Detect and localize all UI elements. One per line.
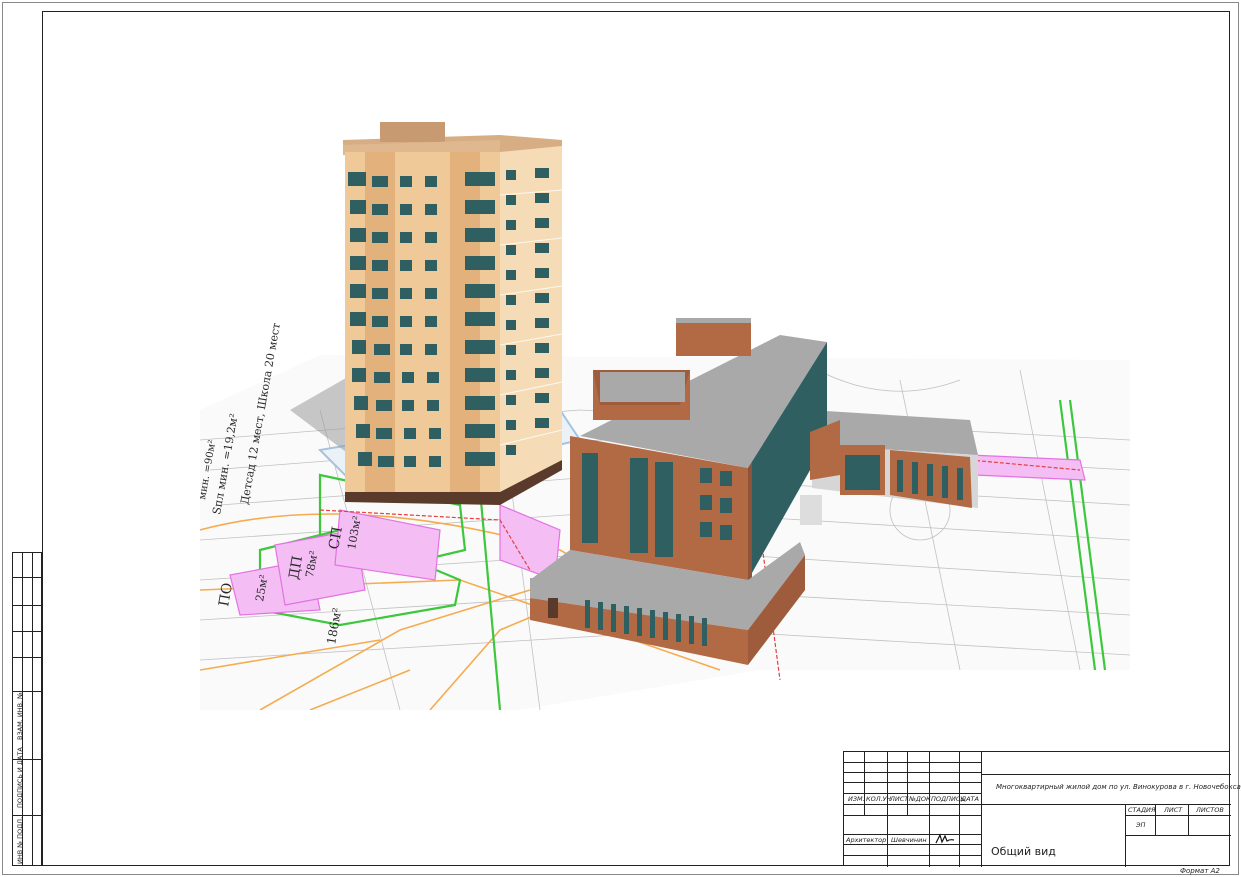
tb-header-izm: ИЗМ. <box>848 795 865 803</box>
sheet-title: Общий вид <box>991 845 1056 858</box>
tb-header-date: ДАТА <box>961 795 979 803</box>
tb-header-ndok: №ДОК <box>909 795 931 803</box>
side-label-inventory: ИНВ № ПОДЛ. <box>16 816 24 864</box>
sheet-header: ЛИСТ <box>1164 806 1183 814</box>
role-label: Архитектор <box>846 836 887 844</box>
stage-header: СТАДИЯ <box>1128 806 1156 814</box>
side-label-signature: ПОДПИСЬ И ДАТА <box>16 747 24 808</box>
sheets-header: ЛИСТОВ <box>1196 806 1224 814</box>
signature-mark <box>935 833 955 844</box>
title-block: ИЗМ. КОЛ.УЧ ЛИСТ №ДОК ПОДПИСЬ ДАТА Много… <box>843 751 1241 867</box>
stage-value: ЭП <box>1136 821 1146 829</box>
person-name: Шевчинин <box>891 836 927 844</box>
format-label: Формат А2 <box>1180 867 1220 875</box>
tb-header-list: ЛИСТ <box>890 795 909 803</box>
project-name: Многоквартирный жилой дом по ул. Винокур… <box>996 783 1241 791</box>
side-label-replacement: ВЗАМ. ИНВ. № <box>16 692 24 740</box>
tb-header-kol-uch: КОЛ.УЧ <box>866 795 892 803</box>
tb-header-signature: ПОДПИСЬ <box>931 795 965 803</box>
building-render: СП ДП ПО 103м² 78м² 25м² 186м² Sпл мин. … <box>200 122 1130 710</box>
residential-tower <box>343 122 563 505</box>
